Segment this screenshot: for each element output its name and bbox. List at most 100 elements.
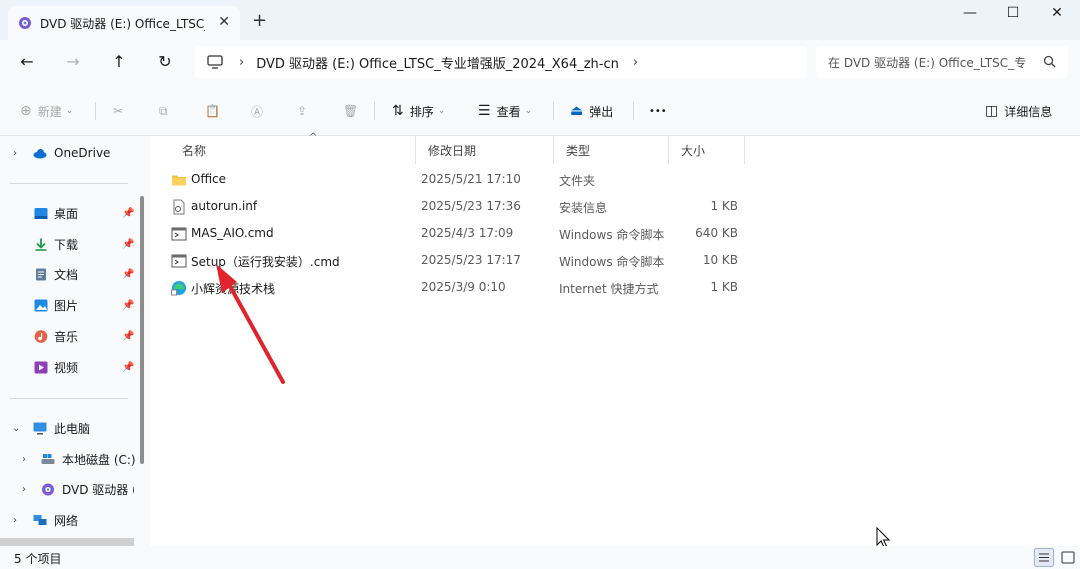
- toolbar-divider: [553, 102, 554, 120]
- file-size: 640 KB: [695, 226, 738, 240]
- sidebar-item-this-pc[interactable]: ⌄ 此电脑: [0, 417, 142, 439]
- cut-icon[interactable]: ✂: [113, 102, 123, 120]
- refresh-button[interactable]: ↻: [154, 51, 176, 73]
- new-button[interactable]: ⊕ 新建 ⌄: [20, 102, 73, 120]
- details-pane-button[interactable]: ◫ 详细信息: [985, 102, 1052, 120]
- cmd-file-icon: [171, 227, 187, 241]
- details-label: 详细信息: [1004, 104, 1053, 119]
- column-header-name[interactable]: 名称 ^: [170, 132, 416, 164]
- sidebar-label: 音乐: [54, 329, 79, 344]
- table-row[interactable]: MAS_AIO.cmd 2025/4/3 17:09 Windows 命令脚本 …: [164, 221, 754, 248]
- sidebar-label: DVD 驱动器 (E: [62, 482, 134, 497]
- maximize-button[interactable]: ☐: [993, 5, 1033, 29]
- status-bar: 5 个项目: [0, 546, 1080, 569]
- minimize-button[interactable]: —: [950, 5, 990, 29]
- more-options-button[interactable]: •••: [649, 102, 667, 120]
- back-button[interactable]: ←: [16, 51, 38, 73]
- sidebar-item-downloads[interactable]: 下载 📌: [0, 233, 142, 255]
- address-row: ← → ↑ ↻ › DVD 驱动器 (E:) Office_LTSC_专业增强版…: [0, 40, 1080, 84]
- sort-label: 排序: [409, 104, 434, 119]
- table-row[interactable]: Setup（运行我安装）.cmd 2025/5/23 17:17 Windows…: [164, 248, 754, 275]
- file-size: 1 KB: [710, 199, 738, 213]
- chevron-right-icon[interactable]: ›: [13, 148, 17, 159]
- column-label: 名称: [182, 143, 207, 158]
- chevron-right-icon[interactable]: ›: [13, 515, 17, 526]
- file-date: 2025/5/23 17:17: [421, 253, 521, 267]
- search-placeholder[interactable]: 在 DVD 驱动器 (E:) Office_LTSC_专: [828, 54, 1028, 71]
- column-header-date[interactable]: 修改日期: [416, 136, 554, 164]
- sidebar-label: 网络: [54, 513, 79, 528]
- eject-button[interactable]: ⏏ 弹出: [570, 102, 613, 120]
- chevron-right-icon[interactable]: ›: [22, 454, 26, 465]
- breadcrumb-path[interactable]: DVD 驱动器 (E:) Office_LTSC_专业增强版_2024_X64_…: [256, 53, 619, 72]
- file-type: 文件夹: [559, 174, 596, 188]
- file-type: 安装信息: [559, 201, 608, 215]
- sidebar-item-videos[interactable]: 视频 📌: [0, 356, 142, 378]
- sidebar-label: OneDrive: [54, 146, 111, 160]
- cmd-file-icon: [171, 254, 187, 268]
- download-icon: [35, 238, 47, 251]
- close-button[interactable]: ✕: [1037, 5, 1077, 29]
- paste-icon[interactable]: 📋: [205, 102, 220, 120]
- file-type: Windows 命令脚本: [559, 255, 665, 269]
- details-view-icon[interactable]: [1034, 548, 1054, 567]
- breadcrumb-more[interactable]: ›: [633, 55, 638, 70]
- column-header-size[interactable]: 大小: [669, 136, 745, 164]
- sidebar-item-pictures[interactable]: 图片 📌: [0, 294, 142, 316]
- tiles-view-icon[interactable]: [1058, 548, 1078, 567]
- chevron-down-icon: ⌄: [437, 106, 446, 116]
- table-row[interactable]: Office 2025/5/21 17:10 文件夹: [164, 167, 754, 194]
- sidebar-label: 文档: [54, 267, 79, 282]
- sidebar-item-music[interactable]: 音乐 📌: [0, 325, 142, 347]
- toolbar-divider: [95, 102, 96, 120]
- copy-icon[interactable]: ⧉: [159, 102, 168, 120]
- view-button[interactable]: ☰ 查看 ⌄: [478, 102, 532, 120]
- delete-icon[interactable]: 🗑: [343, 102, 358, 120]
- chevron-right-icon[interactable]: ›: [22, 484, 26, 495]
- address-bar[interactable]: › DVD 驱动器 (E:) Office_LTSC_专业增强版_2024_X6…: [195, 46, 807, 78]
- sidebar-item-desktop[interactable]: 桌面 📌: [0, 202, 142, 224]
- up-button[interactable]: ↑: [108, 51, 130, 73]
- table-row[interactable]: 小辉资源技术栈 2025/3/9 0:10 Internet 快捷方式 1 KB: [164, 275, 754, 302]
- rename-icon[interactable]: Ⓐ: [251, 102, 263, 120]
- sidebar-label: 下载: [54, 237, 79, 252]
- column-header-type[interactable]: 类型: [554, 136, 669, 164]
- file-name: Setup（运行我安装）.cmd: [191, 255, 340, 269]
- video-icon: [34, 361, 48, 373]
- forward-button[interactable]: →: [62, 51, 84, 73]
- folder-icon: [172, 175, 186, 186]
- title-bar: DVD 驱动器 (E:) Office_LTSC_专 ✕ + — ☐ ✕: [0, 0, 1080, 40]
- inf-file-icon: [173, 199, 185, 215]
- sort-button[interactable]: ⇅ 排序 ⌄: [392, 102, 445, 120]
- network-icon: [33, 514, 47, 525]
- sidebar-item-dvd-drive[interactable]: › DVD 驱动器 (E: [0, 478, 142, 500]
- dvd-drive-icon: [42, 483, 54, 495]
- search-box[interactable]: 在 DVD 驱动器 (E:) Office_LTSC_专: [816, 46, 1068, 78]
- item-count: 5 个项目: [14, 552, 62, 566]
- sidebar-scrollbar[interactable]: [140, 196, 144, 464]
- sidebar-item-local-disk[interactable]: › 本地磁盘 (C:): [0, 448, 142, 470]
- new-tab-button[interactable]: +: [252, 10, 267, 31]
- sidebar-label: 此电脑: [54, 421, 91, 436]
- sidebar-item-network[interactable]: › 网络: [0, 509, 142, 531]
- view-list-icon: ☰: [478, 103, 491, 119]
- navigation-pane: › OneDrive 桌面 📌 下载 📌 文档 📌 图片 📌 音乐 📌 视频 📌…: [0, 136, 150, 546]
- sidebar-item-onedrive[interactable]: › OneDrive: [0, 142, 142, 164]
- music-icon: [34, 329, 48, 343]
- file-name: 小辉资源技术栈: [191, 282, 276, 296]
- file-type: Windows 命令脚本: [559, 228, 665, 242]
- chevron-down-icon[interactable]: ⌄: [12, 423, 20, 434]
- window-tab[interactable]: DVD 驱动器 (E:) Office_LTSC_专 ✕: [8, 6, 240, 40]
- toolbar-divider: [374, 102, 375, 120]
- edge-shortcut-icon: [171, 281, 186, 296]
- sidebar-item-documents[interactable]: 文档 📌: [0, 263, 142, 285]
- file-type: Internet 快捷方式: [559, 282, 659, 296]
- chevron-down-icon: ⌄: [65, 106, 74, 116]
- share-icon[interactable]: ⇪: [297, 102, 307, 120]
- table-row[interactable]: autorun.inf 2025/5/23 17:36 安装信息 1 KB: [164, 194, 754, 221]
- tab-close-icon[interactable]: ✕: [218, 14, 230, 30]
- file-date: 2025/4/3 17:09: [421, 226, 514, 240]
- breadcrumb-separator[interactable]: ›: [239, 55, 244, 70]
- desktop-icon: [34, 207, 48, 219]
- pin-icon: 📌: [122, 361, 135, 373]
